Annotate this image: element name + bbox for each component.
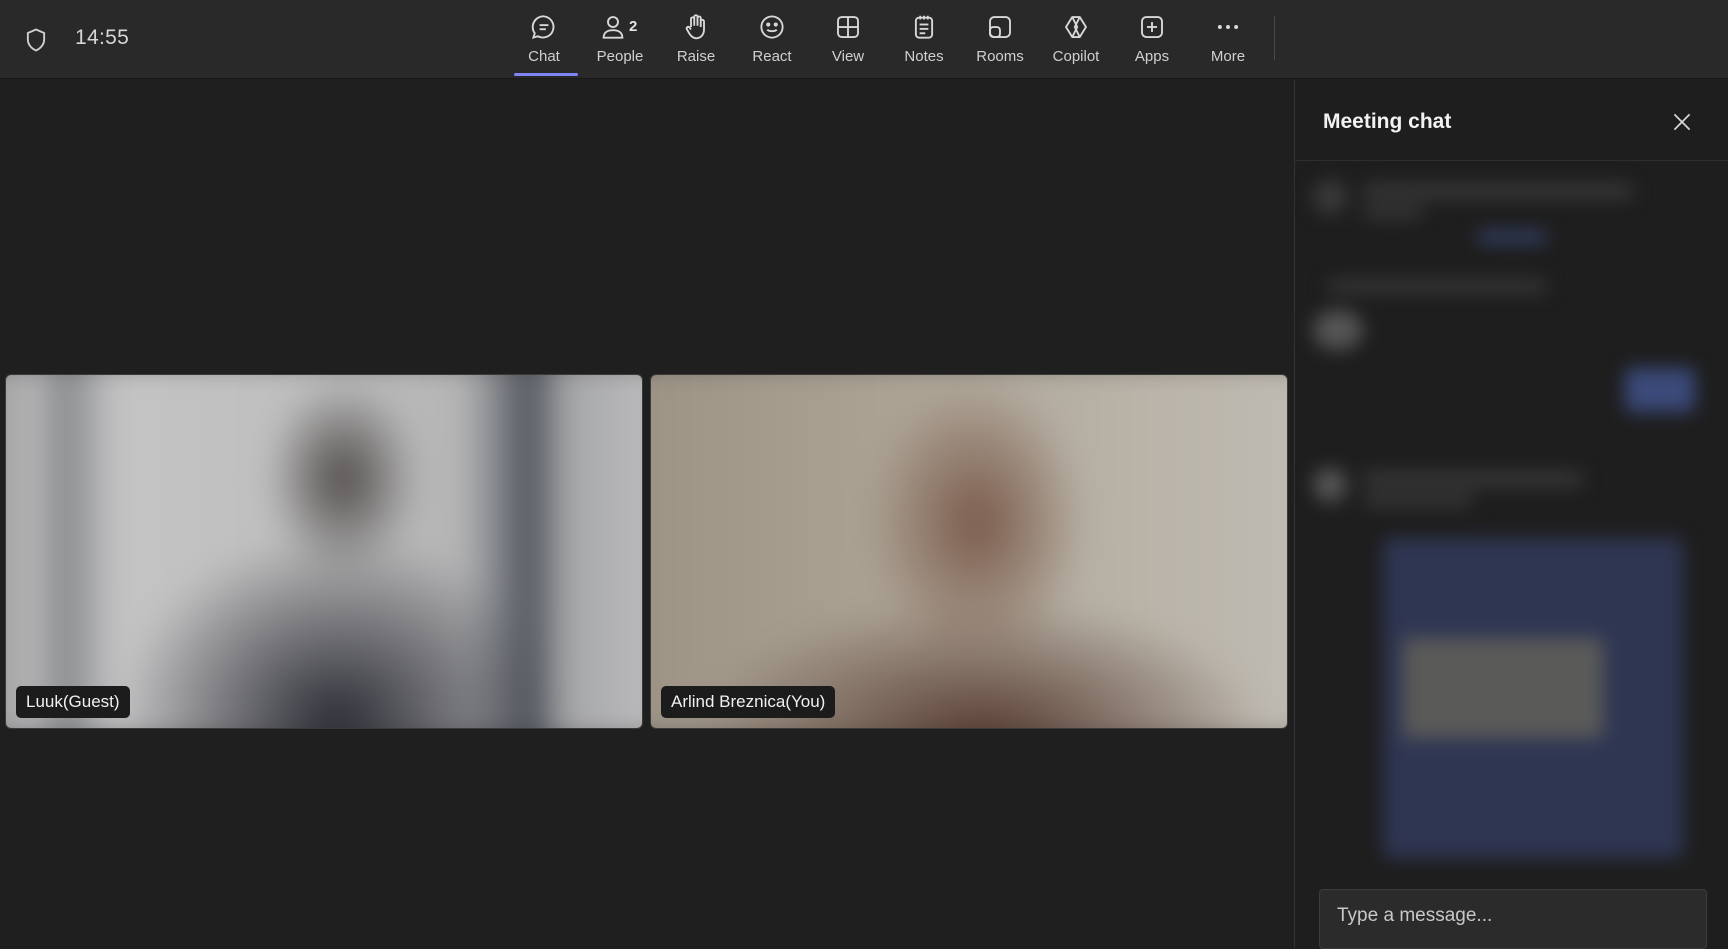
participant-name-tag: Luuk(Guest) [16,686,130,718]
people-count: 2 [629,18,638,35]
shield-icon[interactable] [22,26,50,54]
panel-divider [1295,160,1728,161]
people-icon: 2 [602,12,638,44]
view-button[interactable]: View [810,0,886,79]
grid-view-icon [832,12,864,44]
participant-tile[interactable]: Luuk(Guest) [5,374,643,729]
chat-label: Chat [528,48,560,65]
more-label: More [1210,48,1246,65]
toolbar-divider [1274,16,1275,60]
raise-label: Raise [676,48,716,65]
meeting-toolbar: Chat 2 People Raise React View Notes Roo… [506,0,1266,79]
notes-icon [908,12,940,44]
rooms-label: Rooms [976,48,1024,65]
copilot-button[interactable]: Copilot [1038,0,1114,79]
message-input[interactable]: Type a message... [1319,889,1707,949]
participant-tile[interactable]: Arlind Breznica(You) [650,374,1288,729]
chat-button[interactable]: Chat [506,0,582,79]
copilot-label: Copilot [1052,48,1100,65]
copilot-icon [1060,12,1092,44]
view-label: View [831,48,865,65]
apps-button[interactable]: Apps [1114,0,1190,79]
react-label: React [752,48,792,65]
rooms-button[interactable]: Rooms [962,0,1038,79]
participant-video-blurred [6,375,642,728]
meeting-clock: 14:55 [75,26,130,49]
raise-hand-button[interactable]: Raise [658,0,734,79]
people-button[interactable]: 2 People [582,0,658,79]
chat-history-blurred [1307,168,1721,858]
participant-name-tag: Arlind Breznica(You) [661,686,836,718]
active-tab-indicator [514,73,578,76]
more-dots-icon [1212,12,1244,44]
notes-button[interactable]: Notes [886,0,962,79]
apps-label: Apps [1134,48,1170,65]
meeting-top-bar: 14:55 Chat 2 People Raise React View Not… [0,0,1728,79]
raise-hand-icon [680,12,712,44]
meeting-chat-panel: Meeting chat Type a message... [1294,80,1728,949]
participant-video-blurred [651,375,1287,728]
panel-title: Meeting chat [1323,110,1452,133]
notes-label: Notes [904,48,944,65]
video-stage: Luuk(Guest) Arlind Breznica(You) [0,80,1294,948]
people-label: People [596,48,644,65]
add-apps-icon [1136,12,1168,44]
emoji-smile-icon [756,12,788,44]
chat-bubble-icon [528,12,560,44]
more-button[interactable]: More [1190,0,1266,79]
rooms-icon [984,12,1016,44]
close-icon[interactable] [1669,109,1695,135]
react-button[interactable]: React [734,0,810,79]
